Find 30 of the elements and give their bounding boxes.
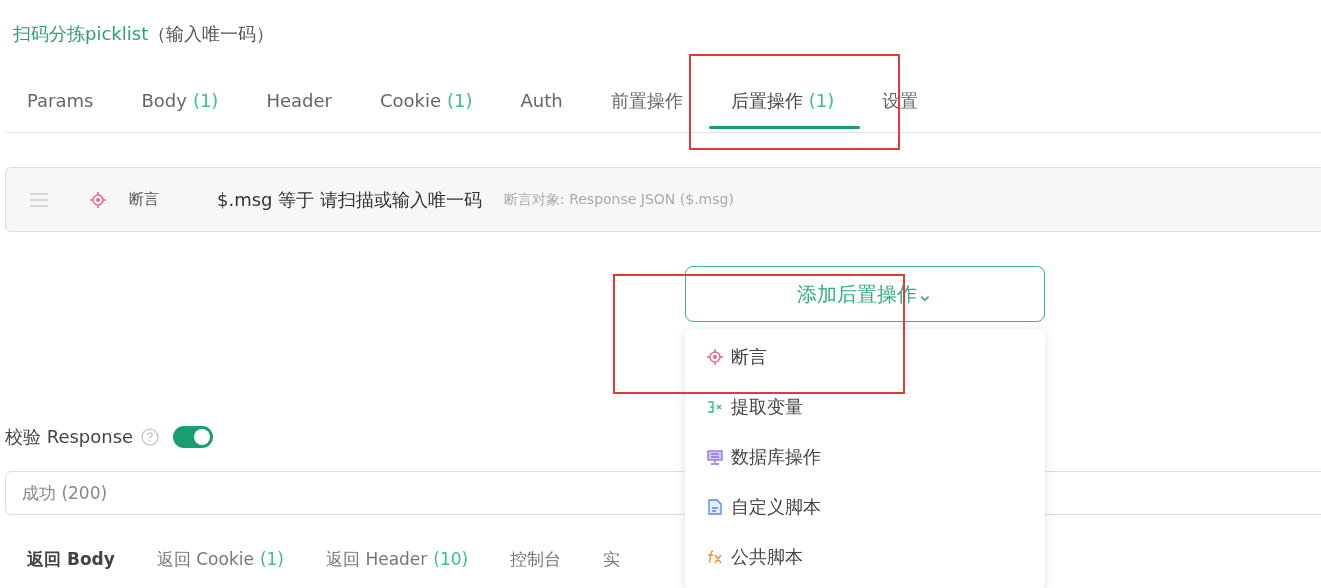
tab[interactable]: 后置操作 (1) <box>708 78 861 132</box>
tab[interactable]: 返回 Body <box>5 548 135 571</box>
target-icon <box>90 191 106 208</box>
operation-target: 断言对象: Response JSON ($.msg) <box>503 190 734 209</box>
tab[interactable]: 返回 Header (10) <box>304 548 489 571</box>
tab[interactable]: 控制台 <box>488 548 582 571</box>
menu-item[interactable]: 断言 <box>685 332 1045 382</box>
tab[interactable]: Header <box>244 78 358 132</box>
document-icon <box>707 499 723 515</box>
tab[interactable]: Params <box>5 78 120 132</box>
toggle-switch[interactable] <box>173 426 214 448</box>
api-hint: （输入唯一码） <box>148 23 275 44</box>
menu-item[interactable]: 提取变量 <box>685 382 1045 432</box>
api-name: 扫码分拣picklist <box>13 23 149 44</box>
operation-expression: $.msg 等于 请扫描或输入唯一码 <box>217 187 482 212</box>
tab[interactable]: Body (1) <box>119 78 245 132</box>
tab[interactable]: 实 <box>581 548 641 571</box>
monitor-icon <box>707 449 723 465</box>
help-icon[interactable] <box>141 428 160 446</box>
variable-icon <box>707 400 723 414</box>
tab[interactable]: 返回 Cookie (1) <box>134 548 304 571</box>
tab[interactable]: Auth <box>498 78 589 132</box>
tab[interactable]: 前置操作 <box>588 78 709 132</box>
menu-item[interactable]: 公共脚本 <box>685 532 1045 582</box>
target-icon <box>707 349 723 365</box>
drag-handle-icon[interactable] <box>30 192 48 207</box>
function-icon <box>707 550 723 564</box>
validate-label: 校验 Response <box>5 425 134 449</box>
tab[interactable]: Cookie (1) <box>357 78 499 132</box>
operation-type: 断言 <box>129 190 159 209</box>
